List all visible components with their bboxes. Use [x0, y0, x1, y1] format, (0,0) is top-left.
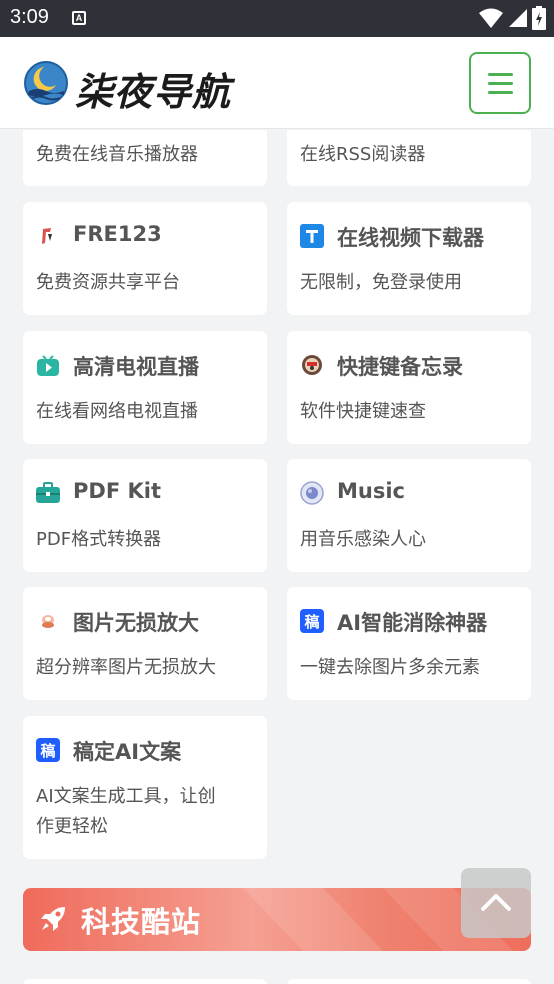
site-card-gaoding-ai-copy[interactable]: 稿 稿定AI文案 AI文案生成工具，让创 作更轻松 — [23, 716, 267, 859]
card-description: 在线RSS阅读器 — [300, 144, 426, 165]
card-description: 免费资源共享平台 — [36, 272, 180, 293]
card-description: PDF格式转换器 — [36, 529, 162, 550]
category-banner: 科技酷站 — [23, 888, 531, 951]
battery-icon — [532, 6, 546, 30]
site-card-fre123[interactable]: FRE123 免费资源共享平台 — [23, 202, 267, 315]
card-description: AI文案生成工具，让创 作更轻松 — [36, 782, 256, 842]
image-enlarge-icon — [42, 615, 54, 628]
site-card-shortcuts[interactable]: 快捷键备忘录 软件快捷键速查 — [287, 331, 531, 444]
briefcase-icon — [36, 482, 60, 503]
t-logo-icon — [300, 224, 324, 248]
card-description: 用音乐感染人心 — [300, 529, 426, 550]
svg-text:稿: 稿 — [304, 613, 319, 631]
rocket-icon — [41, 907, 65, 931]
site-card[interactable] — [23, 979, 267, 984]
card-title: 快捷键备忘录 — [337, 355, 463, 379]
site-card-video-downloader[interactable]: 在线视频下载器 无限制，免登录使用 — [287, 202, 531, 315]
gaoding-icon: 稿 — [36, 738, 60, 762]
card-title: 稿定AI文案 — [73, 740, 182, 764]
site-card-tv-live[interactable]: 高清电视直播 在线看网络电视直播 — [23, 331, 267, 444]
notification-a-icon: A — [72, 11, 86, 25]
banner-title: 科技酷站 — [81, 905, 202, 939]
card-title: Music — [337, 479, 405, 503]
wifi-icon — [479, 8, 503, 28]
site-card-image-upscale[interactable]: 图片无损放大 超分辨率图片无损放大 — [23, 587, 267, 700]
card-description: 软件快捷键速查 — [300, 401, 426, 422]
status-bar: 3:09 A — [0, 0, 554, 37]
site-logo-text[interactable]: 柒夜导航 — [75, 61, 231, 116]
card-description-line: 作更轻松 — [36, 816, 108, 837]
card-description: 免费在线音乐播放器 — [36, 144, 198, 165]
gaoding-icon: 稿 — [300, 609, 324, 633]
keyboard-icon — [302, 355, 322, 375]
globe-icon — [300, 481, 324, 505]
hamburger-bar — [488, 82, 513, 85]
svg-text:稿: 稿 — [40, 742, 55, 760]
card-title: FRE123 — [73, 222, 162, 246]
site-header: 柒夜导航 — [0, 37, 554, 129]
card-description-line: AI文案生成工具，让创 — [36, 786, 216, 807]
hamburger-bar — [488, 91, 513, 94]
card-title: AI智能消除神器 — [337, 611, 488, 635]
card-title: 图片无损放大 — [73, 611, 199, 635]
card-description: 一键去除图片多余元素 — [300, 657, 480, 678]
status-time: 3:09 — [10, 6, 49, 28]
menu-button[interactable] — [469, 52, 531, 114]
hamburger-icon — [488, 73, 513, 76]
fre123-icon — [42, 228, 52, 244]
logo-moon-icon[interactable] — [24, 61, 68, 105]
signal-icon — [509, 9, 527, 27]
chevron-up-icon — [481, 894, 511, 911]
status-icons — [478, 6, 546, 30]
site-card[interactable] — [287, 979, 531, 984]
tv-icon — [37, 355, 59, 376]
back-to-top-button[interactable] — [461, 868, 531, 938]
site-card[interactable]: 免费在线音乐播放器 — [23, 130, 267, 186]
site-card-ai-eraser[interactable]: 稿 AI智能消除神器 一键去除图片多余元素 — [287, 587, 531, 700]
site-card-music[interactable]: Music 用音乐感染人心 — [287, 459, 531, 572]
card-title: 高清电视直播 — [73, 355, 199, 379]
card-title: 在线视频下载器 — [337, 226, 484, 250]
card-description: 在线看网络电视直播 — [36, 401, 198, 422]
card-description: 无限制，免登录使用 — [300, 272, 462, 293]
site-card[interactable]: 在线RSS阅读器 — [287, 130, 531, 186]
card-title: PDF Kit — [73, 479, 161, 503]
site-card-pdf-kit[interactable]: PDF Kit PDF格式转换器 — [23, 459, 267, 572]
card-description: 超分辨率图片无损放大 — [36, 657, 216, 678]
